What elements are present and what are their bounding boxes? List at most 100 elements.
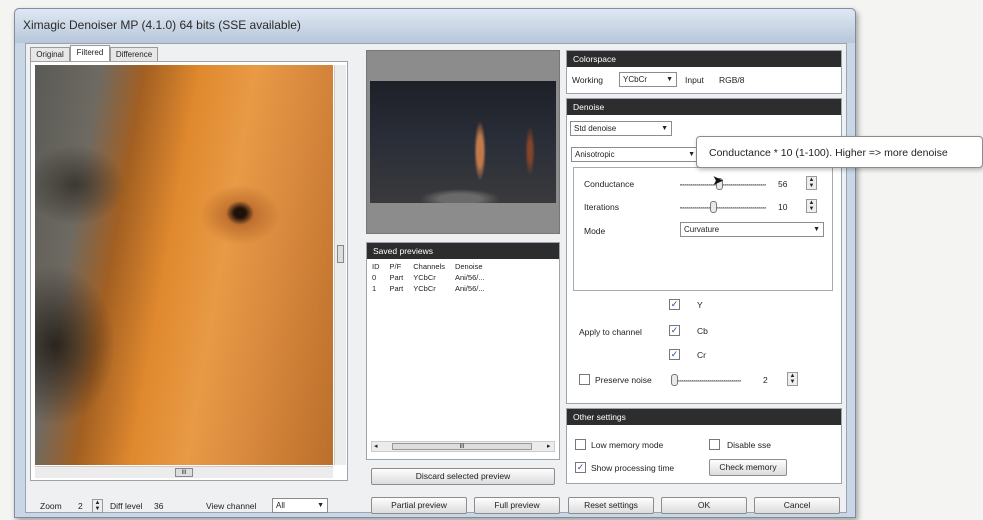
mouse-cursor-icon: ➤ <box>712 172 724 188</box>
app-window: Ximagic Denoiser MP (4.1.0) 64 bits (SSE… <box>14 8 856 518</box>
table-row[interactable]: 1 Part YCbCr Ani/56/... <box>367 283 490 294</box>
table-cell: Part <box>389 284 404 293</box>
zoom-value: 2 <box>78 501 83 511</box>
saved-previews-table: ID P/F Channels Denoise 0 Part YCbCr Ani… <box>367 261 490 294</box>
image-hscroll-thumb[interactable]: III <box>175 468 193 477</box>
low-memory-label: Low memory mode <box>591 440 664 450</box>
difflevel-value: 36 <box>154 501 164 511</box>
tooltip-text: Conductance * 10 (1-100). Higher => more… <box>709 147 948 159</box>
tab-difference[interactable]: Difference <box>110 47 158 61</box>
scroll-left-icon[interactable]: ◂ <box>374 442 378 450</box>
working-colorspace-select[interactable]: YCbCr ▼ <box>619 72 677 87</box>
preserve-noise-slider-thumb[interactable] <box>671 374 678 386</box>
preserve-noise-value: 2 <box>763 375 768 385</box>
chevron-down-icon: ▼ <box>688 151 695 158</box>
anisotropic-settings-group: Conductance 56 ▲ ▼ Iterations 10 ▲ ▼ Mode … <box>573 167 833 291</box>
table-cell: Ani/56/... <box>454 284 485 293</box>
channel-y-label: Y <box>697 300 703 310</box>
tab-original[interactable]: Original <box>30 47 70 61</box>
scroll-right-icon[interactable]: ▸ <box>547 442 551 450</box>
image-horizontal-scrollbar[interactable]: III <box>35 466 333 478</box>
disable-sse-checkbox[interactable] <box>709 439 720 450</box>
table-cell: YCbCr <box>413 284 436 293</box>
denoise-header: Denoise <box>567 99 841 115</box>
discard-preview-button[interactable]: Discard selected preview <box>371 468 555 485</box>
iterations-stepper[interactable]: ▲ ▼ <box>806 199 817 213</box>
mode-label: Mode <box>584 226 606 236</box>
view-channel-value: All <box>276 501 285 510</box>
table-row[interactable]: 0 Part YCbCr Ani/56/... <box>367 272 490 283</box>
zoom-label: Zoom <box>40 501 62 511</box>
table-cell: Ani/56/... <box>454 273 485 282</box>
saved-previews-panel: Saved previews ID P/F Channels Denoise 0… <box>366 242 560 460</box>
full-preview-button[interactable]: Full preview <box>474 497 560 514</box>
channel-y-checkbox[interactable]: ✓ <box>669 299 680 310</box>
denoise-method-value: Std denoise <box>574 124 617 133</box>
column-header: ID <box>372 262 380 271</box>
algorithm-select[interactable]: Anisotropic ▼ <box>571 147 699 162</box>
working-colorspace-value: YCbCr <box>623 75 648 84</box>
preserve-noise-checkbox[interactable] <box>579 374 590 385</box>
image-vertical-scrollbar[interactable] <box>334 65 346 465</box>
input-value: RGB/8 <box>719 75 745 85</box>
chevron-down-icon: ▼ <box>661 125 668 132</box>
saved-previews-header: Saved previews <box>367 243 559 259</box>
mode-value: Curvature <box>684 225 720 234</box>
window-title: Ximagic Denoiser MP (4.1.0) 64 bits (SSE… <box>23 18 301 32</box>
partial-preview-button[interactable]: Partial preview <box>371 497 467 514</box>
channel-cr-label: Cr <box>697 350 706 360</box>
image-vscroll-thumb[interactable] <box>337 245 344 263</box>
conductance-stepper[interactable]: ▲ ▼ <box>806 176 817 190</box>
cancel-button[interactable]: Cancel <box>754 497 840 514</box>
algorithm-value: Anisotropic <box>575 150 615 159</box>
filtered-image[interactable] <box>35 65 333 465</box>
zoom-stepper[interactable]: ▲ ▼ <box>92 499 103 513</box>
colorspace-panel: Colorspace Working YCbCr ▼ Input RGB/8 <box>566 50 842 94</box>
other-settings-panel: Other settings Low memory mode Disable s… <box>566 408 842 484</box>
client-area: Original Filtered Difference III Zoom 2 … <box>25 43 847 514</box>
iterations-value: 10 <box>778 202 788 212</box>
tab-filtered[interactable]: Filtered <box>70 45 110 61</box>
table-header-row: ID P/F Channels Denoise <box>367 261 490 272</box>
other-settings-header: Other settings <box>567 409 841 425</box>
channel-cr-checkbox[interactable]: ✓ <box>669 349 680 360</box>
image-view-panel: III <box>30 61 348 481</box>
preview-thumbnail[interactable] <box>370 81 556 203</box>
saved-previews-scroll-thumb[interactable]: III <box>392 443 532 450</box>
chevron-down-icon: ▼ <box>317 502 324 509</box>
column-header: Channels <box>413 262 445 271</box>
view-channel-select[interactable]: All ▼ <box>272 498 328 513</box>
saved-previews-scrollbar[interactable]: ◂ III ▸ <box>371 441 555 452</box>
conductance-value: 56 <box>778 179 788 189</box>
iterations-label: Iterations <box>584 202 619 212</box>
preview-frame <box>366 50 560 234</box>
reset-settings-button[interactable]: Reset settings <box>568 497 654 514</box>
mode-select[interactable]: Curvature ▼ <box>680 222 824 237</box>
ok-button[interactable]: OK <box>661 497 747 514</box>
table-cell: 1 <box>372 284 377 293</box>
colorspace-header: Colorspace <box>567 51 841 67</box>
preserve-noise-slider-track[interactable] <box>671 380 741 382</box>
difflevel-label: Diff level <box>110 501 143 511</box>
low-memory-checkbox[interactable] <box>575 439 586 450</box>
show-time-checkbox[interactable]: ✓ <box>575 462 586 473</box>
table-cell: 0 <box>372 273 377 282</box>
channel-cb-label: Cb <box>697 326 708 336</box>
conductance-tooltip: Conductance * 10 (1-100). Higher => more… <box>696 136 983 168</box>
denoise-method-select[interactable]: Std denoise ▼ <box>570 121 672 136</box>
chevron-down-icon: ▼ <box>813 226 820 233</box>
chevron-down-icon: ▼ <box>666 76 673 83</box>
conductance-label: Conductance <box>584 179 635 189</box>
preserve-noise-label: Preserve noise <box>595 375 652 385</box>
column-header: P/F <box>389 262 402 271</box>
preserve-noise-stepper[interactable]: ▲ ▼ <box>787 372 798 386</box>
title-bar[interactable]: Ximagic Denoiser MP (4.1.0) 64 bits (SSE… <box>15 9 855 43</box>
check-memory-button[interactable]: Check memory <box>709 459 787 476</box>
working-label: Working <box>572 75 604 85</box>
show-time-label: Show processing time <box>591 463 675 473</box>
channel-cb-checkbox[interactable]: ✓ <box>669 325 680 336</box>
iterations-slider-track[interactable] <box>680 207 766 209</box>
table-cell: YCbCr <box>413 273 436 282</box>
iterations-slider-thumb[interactable] <box>710 201 717 213</box>
table-cell: Part <box>389 273 404 282</box>
